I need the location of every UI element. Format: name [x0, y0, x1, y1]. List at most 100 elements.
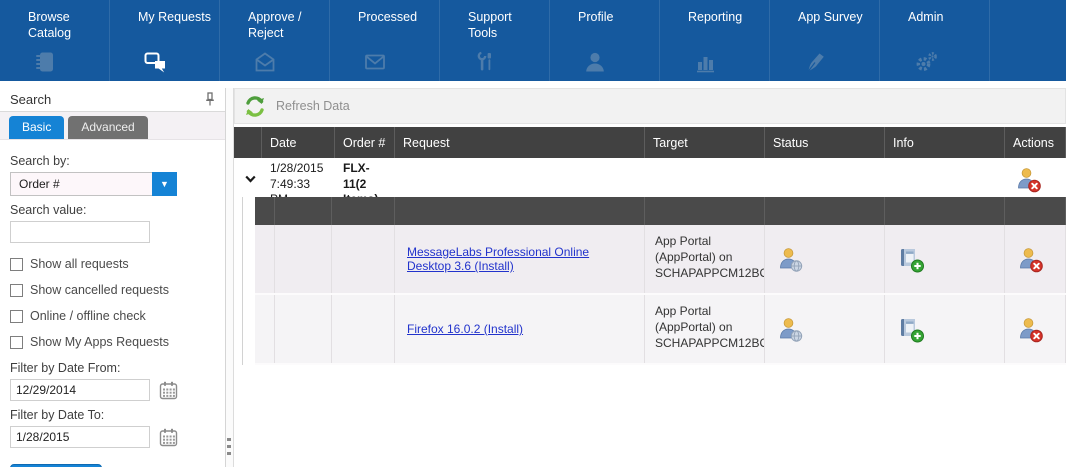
refresh-label: Refresh Data	[276, 99, 350, 113]
app-add-icon	[897, 316, 925, 343]
envelope-open-icon	[253, 50, 277, 74]
col-header-label: Status	[773, 136, 808, 150]
col-header-actions[interactable]: Actions	[1005, 127, 1066, 158]
col-header-label: Date	[270, 136, 296, 150]
envelope-icon	[363, 50, 387, 74]
request-row-spacer	[275, 225, 332, 293]
group-empty-cell	[645, 158, 765, 197]
group-row: 1/28/2015 7:49:33 PMFLX-11(2 Items)	[234, 158, 1066, 197]
group-cancel-button[interactable]	[1005, 158, 1066, 197]
splitter-grip-icon	[227, 434, 231, 459]
checkbox-box[interactable]	[10, 284, 23, 297]
user-cancel-icon	[1017, 316, 1044, 343]
group-indent-line	[242, 197, 243, 365]
tab-advanced[interactable]: Advanced	[68, 116, 147, 139]
nav-item-label: Reporting	[688, 10, 742, 24]
nav-item-support-tools[interactable]: Support Tools	[440, 0, 550, 81]
col-header-request[interactable]: Request	[395, 127, 645, 158]
sub-header-cell	[1005, 197, 1066, 225]
search-by-select[interactable]: Order # ▼	[10, 172, 177, 196]
refresh-data-button[interactable]: Refresh Data	[234, 88, 1066, 124]
group-date: 1/28/2015 7:49:33 PM	[262, 158, 335, 197]
pen-icon	[803, 50, 827, 74]
checkbox-label: Show cancelled requests	[30, 283, 169, 297]
checkbox-show-all-requests[interactable]: Show all requests	[10, 257, 215, 271]
chevron-down-icon[interactable]: ▼	[152, 172, 177, 196]
request-row-spacer	[332, 225, 395, 293]
calendar-icon[interactable]	[159, 381, 178, 400]
panel-splitter[interactable]	[226, 88, 234, 467]
nav-item-approve-reject[interactable]: Approve / Reject	[220, 0, 330, 81]
request-row: Firefox 16.0.2 (Install) App Portal (AppP…	[255, 295, 1066, 365]
nav-item-reporting[interactable]: Reporting	[660, 0, 770, 81]
expand-toggle[interactable]	[234, 158, 262, 197]
calendar-icon[interactable]	[159, 428, 178, 447]
chevron-down-icon	[245, 175, 256, 183]
group-empty-cell	[765, 158, 885, 197]
refresh-icon	[243, 95, 267, 118]
group-empty-cell	[395, 158, 645, 197]
nav-item-app-survey[interactable]: App Survey	[770, 0, 880, 81]
nav-item-browse-catalog[interactable]: Browse Catalog	[0, 0, 110, 81]
requests-grid-area: Refresh Data Date Order # RequestTarget Sta…	[234, 88, 1066, 467]
col-header-date[interactable]: Date	[262, 127, 335, 158]
profile-icon	[583, 50, 607, 74]
group-empty-cell	[885, 158, 1005, 197]
nav-item-label: Browse Catalog	[28, 10, 71, 40]
sub-header-cell	[395, 197, 645, 225]
nav-item-label: Profile	[578, 10, 613, 24]
request-link[interactable]: MessageLabs Professional Online Desktop …	[407, 245, 632, 273]
target-cell: App Portal (AppPortal) on SCHAPAPPCM12BO…	[645, 225, 765, 293]
tab-basic[interactable]: Basic	[9, 116, 64, 139]
nav-item-my-requests[interactable]: My Requests	[110, 0, 220, 81]
nav-item-admin[interactable]: Admin	[880, 0, 990, 81]
checkbox-box[interactable]	[10, 258, 23, 271]
nav-item-label: Support Tools	[468, 10, 512, 40]
date-from-label: Filter by Date From:	[10, 361, 215, 375]
user-cancel-icon	[1015, 166, 1042, 193]
col-header-expand[interactable]	[234, 127, 262, 158]
app-add-icon	[897, 246, 925, 273]
filter-checkbox-group: Show all requests Show cancelled requests…	[10, 257, 215, 349]
checkbox-online-offline-check[interactable]: Online / offline check	[10, 309, 215, 323]
search-value-label: Search value:	[10, 203, 215, 217]
date-to-label: Filter by Date To:	[10, 408, 215, 422]
tools-icon	[473, 50, 497, 74]
request-row-spacer	[255, 295, 275, 363]
col-header-status[interactable]: Status	[765, 127, 885, 158]
cancel-request-button[interactable]	[1005, 225, 1066, 293]
search-by-value: Order #	[19, 177, 60, 191]
sub-header-cell	[332, 197, 395, 225]
col-header-order[interactable]: Order #	[335, 127, 395, 158]
search-panel: Search Basic Advanced Search by: Order #…	[0, 88, 226, 467]
col-header-info[interactable]: Info	[885, 127, 1005, 158]
checkbox-box[interactable]	[10, 310, 23, 323]
nav-item-profile[interactable]: Profile	[550, 0, 660, 81]
info-cell[interactable]	[885, 225, 1005, 293]
col-header-target[interactable]: Target	[645, 127, 765, 158]
date-from-input[interactable]	[10, 379, 150, 401]
request-cell: Firefox 16.0.2 (Install)	[395, 295, 645, 363]
checkbox-box[interactable]	[10, 336, 23, 349]
request-row: MessageLabs Professional Online Desktop …	[255, 225, 1066, 295]
nav-item-label: App Survey	[798, 10, 863, 24]
cancel-request-button[interactable]	[1005, 295, 1066, 363]
search-form: Search by: Order # ▼ Search value: Show …	[0, 140, 225, 467]
target-cell: App Portal (AppPortal) on SCHAPAPPCM12BO…	[645, 295, 765, 363]
col-header-label: Order #	[343, 136, 385, 150]
info-cell[interactable]	[885, 295, 1005, 363]
checkbox-show-my-apps-requests[interactable]: Show My Apps Requests	[10, 335, 215, 349]
sub-header-cell	[765, 197, 885, 225]
top-nav: Browse Catalog My RequestsApprove / Rejec…	[0, 0, 1066, 81]
nav-filler	[990, 0, 1066, 81]
pin-icon[interactable]	[204, 92, 216, 107]
search-value-input[interactable]	[10, 221, 150, 243]
user-globe-icon	[777, 246, 804, 273]
requests-table: Date Order # RequestTarget Status InfoAction…	[234, 127, 1066, 365]
request-link[interactable]: Firefox 16.0.2 (Install)	[407, 322, 523, 336]
date-to-input[interactable]	[10, 426, 150, 448]
content-area: Search Basic Advanced Search by: Order #…	[0, 81, 1066, 467]
sub-header-cell	[885, 197, 1005, 225]
checkbox-show-cancelled-requests[interactable]: Show cancelled requests	[10, 283, 215, 297]
nav-item-processed[interactable]: Processed	[330, 0, 440, 81]
